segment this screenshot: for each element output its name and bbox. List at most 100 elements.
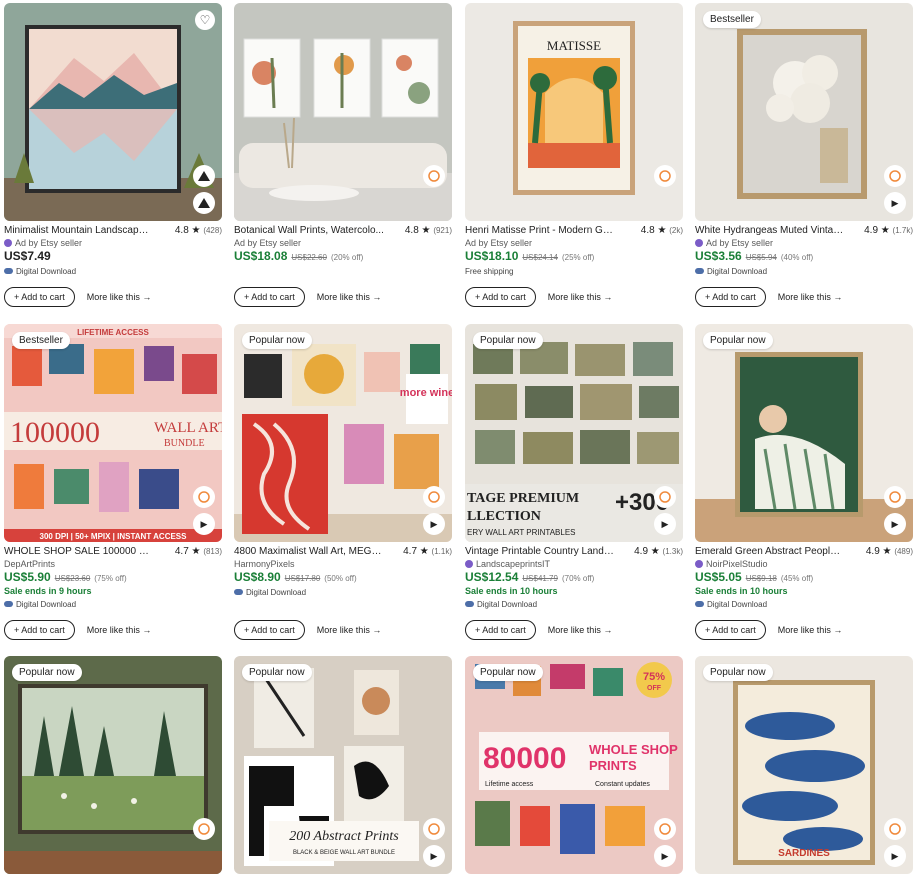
price: US$12.54 — [465, 570, 519, 584]
play-video-icon[interactable]: ▶ — [423, 513, 445, 535]
rating: 4.9 ★ (1.7k) — [864, 224, 913, 236]
seller-line: LandscapeprintsIT — [465, 558, 683, 570]
price: US$18.08 — [234, 249, 288, 263]
image-text: 80000 — [483, 742, 566, 775]
add-to-cart-button[interactable]: + Add to cart — [234, 287, 305, 307]
rating: 4.7 ★ (813) — [174, 545, 222, 557]
play-video-icon[interactable]: ▶ — [654, 845, 676, 867]
image-text: SARDINES — [778, 848, 830, 859]
product-image[interactable]: 200 Abstract Prints BLACK & BEIGE WALL A… — [234, 656, 452, 874]
price: US$5.05 — [695, 570, 742, 584]
image-text: Lifetime access — [485, 781, 534, 788]
favorite-heart-icon[interactable]: ♡ — [195, 10, 215, 30]
status-badge: Popular now — [473, 332, 543, 349]
image-text: 75% — [643, 671, 665, 683]
seller-line: Ad by Etsy seller — [234, 238, 302, 248]
more-like-this-link[interactable]: More like this → — [778, 292, 843, 302]
status-badge: Bestseller — [703, 11, 761, 28]
product-title[interactable]: Botanical Wall Prints, Watercolo... — [234, 225, 384, 236]
product-image[interactable]: more wine Popular now ▶ — [234, 324, 452, 542]
status-badge: Popular now — [473, 664, 543, 681]
product-image[interactable]: Bestseller ▶ — [695, 3, 913, 221]
image-text: WALL ART — [154, 420, 222, 436]
original-price: US$5.94 — [745, 253, 777, 262]
sale-countdown: Sale ends in 10 hours — [465, 586, 558, 596]
product-image[interactable]: Popular now ▶ — [695, 324, 913, 542]
seller-line: Ad by Etsy seller — [695, 237, 913, 249]
creator-logo-icon — [193, 165, 215, 187]
play-video-icon[interactable]: ▶ — [193, 513, 215, 535]
download-info: Digital Download — [465, 598, 683, 610]
product-title[interactable]: 4800 Maximalist Wall Art, MEGA... — [234, 546, 384, 557]
download-cloud-icon — [695, 601, 704, 607]
image-text: BUNDLE — [164, 438, 205, 449]
more-like-this-link[interactable]: More like this → — [548, 625, 613, 635]
add-to-cart-button[interactable]: + Add to cart — [465, 620, 536, 640]
original-price: US$23.60 — [54, 574, 91, 583]
play-video-icon[interactable]: ▶ — [884, 845, 906, 867]
creator-logo-icon — [193, 486, 215, 508]
original-price: US$9.18 — [745, 574, 777, 583]
play-video-icon[interactable]: ▶ — [423, 845, 445, 867]
price: US$5.90 — [4, 570, 51, 584]
creator-logo-icon — [654, 165, 676, 187]
star-seller-icon — [695, 560, 703, 568]
add-to-cart-button[interactable]: + Add to cart — [234, 620, 305, 640]
product-image[interactable]: Popular now — [4, 656, 222, 874]
download-cloud-icon — [4, 268, 13, 274]
add-to-cart-button[interactable]: + Add to cart — [695, 620, 766, 640]
creator-logo-icon — [423, 486, 445, 508]
rating: 4.7 ★ (1.1k) — [403, 545, 452, 557]
product-title[interactable]: White Hydrangeas Muted Vintag... — [695, 225, 845, 236]
product-title[interactable]: Minimalist Mountain Landscape ... — [4, 225, 154, 236]
product-title[interactable]: Henri Matisse Print - Modern Gal... — [465, 225, 615, 236]
discount: (40% off) — [780, 253, 814, 262]
product-title[interactable]: WHOLE SHOP SALE 100000 Me... — [4, 546, 154, 557]
add-to-cart-button[interactable]: + Add to cart — [4, 287, 75, 307]
product-image[interactable]: LIFETIME ACCESS 100000 WALL ART BUNDLE 3… — [4, 324, 222, 542]
add-to-cart-button[interactable]: + Add to cart — [465, 287, 536, 307]
play-video-icon[interactable]: ▶ — [884, 192, 906, 214]
status-badge: Popular now — [242, 664, 312, 681]
image-text: ERY WALL ART PRINTABLES — [467, 528, 576, 537]
more-like-this-link[interactable]: More like this → — [778, 625, 843, 635]
download-cloud-icon — [695, 268, 704, 274]
add-to-cart-button[interactable]: + Add to cart — [4, 620, 75, 640]
image-text: LLECTION — [467, 509, 541, 524]
discount: (20% off) — [330, 253, 364, 262]
seller-line: NoirPixelStudio — [695, 558, 913, 570]
play-video-icon[interactable]: ▶ — [884, 513, 906, 535]
creator-logo-icon — [423, 818, 445, 840]
product-image[interactable]: 75% OFF 80000 WHOLE SHOP PRINTS Lifetime… — [465, 656, 683, 874]
product-image[interactable]: TAGE PREMIUM LLECTION ERY WALL ART PRINT… — [465, 324, 683, 542]
rating: 4.8 ★ (921) — [404, 224, 452, 236]
product-image[interactable]: MATISSE — [465, 3, 683, 221]
creator-logo-icon — [654, 486, 676, 508]
more-like-this-link[interactable]: More like this → — [317, 292, 382, 302]
creator-logo-icon — [423, 165, 445, 187]
discount: (45% off) — [780, 574, 814, 583]
star-seller-icon — [465, 560, 473, 568]
image-text: OFF — [647, 685, 662, 692]
download-cloud-icon — [234, 589, 243, 595]
download-cloud-icon — [465, 601, 474, 607]
more-like-this-link[interactable]: More like this → — [87, 292, 152, 302]
rating: 4.8 ★ (428) — [174, 224, 222, 236]
download-info: Digital Download — [234, 586, 452, 598]
more-like-this-link[interactable]: More like this → — [548, 292, 613, 302]
seller-line: DepArtPrints — [4, 559, 56, 569]
product-image[interactable]: ♡ — [4, 3, 222, 221]
seller-line: HarmonyPixels — [234, 559, 295, 569]
status-badge: Popular now — [703, 664, 773, 681]
product-image[interactable] — [234, 3, 452, 221]
image-text: 300 DPI | 50+ MPIX | INSTANT ACCESS — [40, 532, 188, 541]
add-to-cart-button[interactable]: + Add to cart — [695, 287, 766, 307]
product-image[interactable]: SARDINES Popular now ▶ — [695, 656, 913, 874]
product-title[interactable]: Vintage Printable Country Lands... — [465, 546, 615, 557]
product-title[interactable]: Emerald Green Abstract People ... — [695, 546, 845, 557]
creator-logo-icon — [884, 486, 906, 508]
more-like-this-link[interactable]: More like this → — [317, 625, 382, 635]
play-video-icon[interactable]: ▶ — [654, 513, 676, 535]
more-like-this-link[interactable]: More like this → — [87, 625, 152, 635]
image-text: PRINTS — [589, 758, 637, 773]
